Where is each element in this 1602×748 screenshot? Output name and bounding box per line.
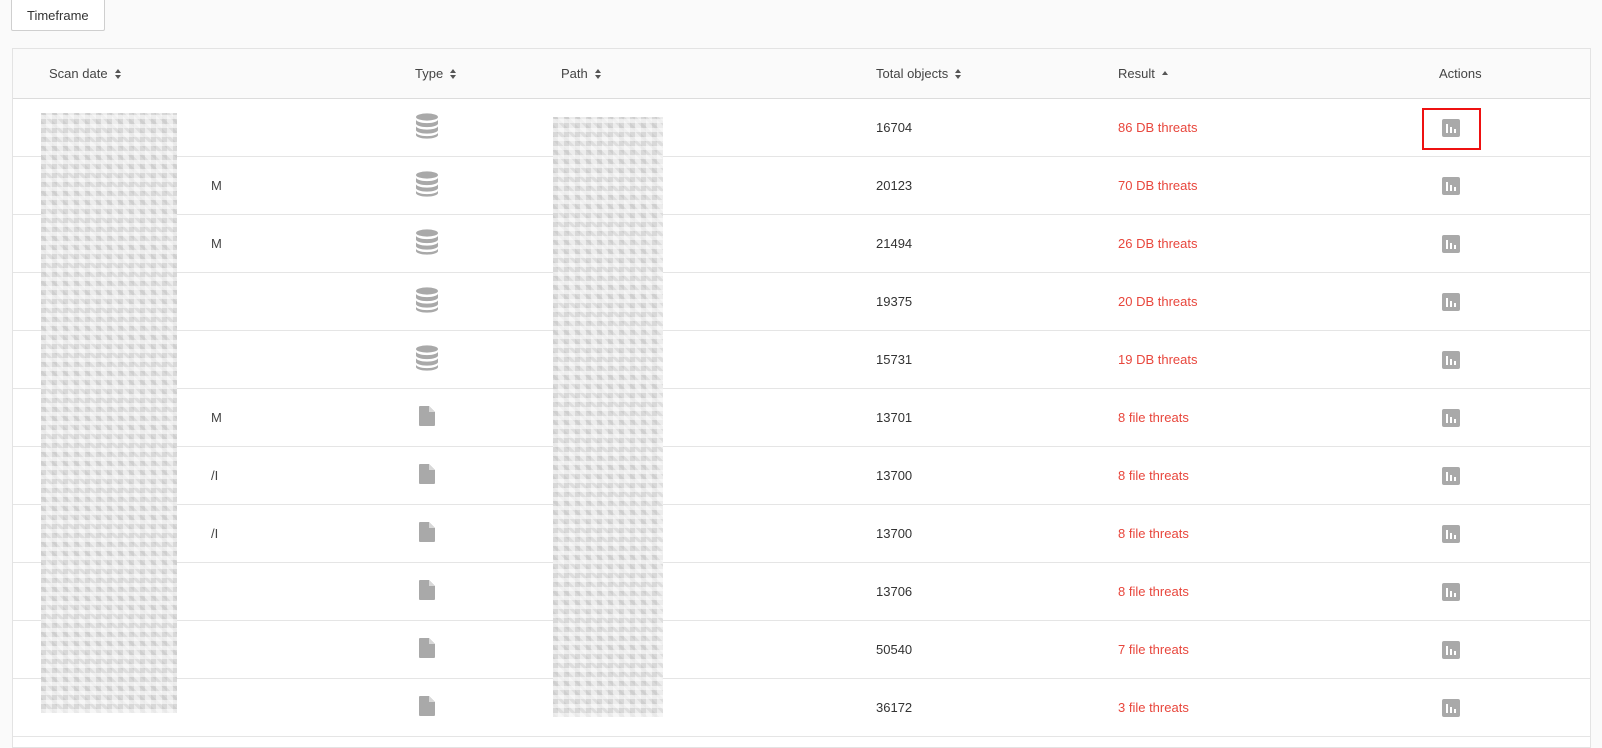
result-cell: 8 file threats <box>1118 410 1189 425</box>
result-cell: 86 DB threats <box>1118 120 1198 135</box>
actions-cell <box>1442 447 1460 504</box>
type-cell <box>415 215 439 272</box>
scan-results-panel: Scan date Type Path Total objects Result… <box>12 48 1591 748</box>
table-row: M 21494 26 DB threats <box>13 215 1590 273</box>
actions-cell <box>1442 621 1460 678</box>
scan-date-text: /I <box>211 526 219 541</box>
total-objects-cell: 21494 <box>876 236 913 251</box>
view-report-chart-icon[interactable] <box>1442 234 1460 253</box>
total-objects-cell: 15731 <box>876 352 913 367</box>
result-cell: 3 file threats <box>1118 700 1189 715</box>
total-objects-cell: 16704 <box>876 120 913 135</box>
actions-cell <box>1442 505 1460 562</box>
total-objects-cell: 20123 <box>876 178 913 193</box>
total-objects-cell: 50540 <box>876 642 913 657</box>
type-cell <box>415 563 435 620</box>
toolbar: Timeframe <box>11 0 105 31</box>
actions-cell <box>1442 679 1460 736</box>
table-row: 16704 86 DB threats <box>13 99 1590 157</box>
view-report-chart-icon[interactable] <box>1442 582 1460 601</box>
table-row: M 20123 70 DB threats <box>13 157 1590 215</box>
type-cell <box>415 157 439 214</box>
total-objects-cell: 19375 <box>876 294 913 309</box>
view-report-chart-icon[interactable] <box>1442 176 1460 195</box>
file-icon <box>419 696 435 719</box>
type-cell <box>415 273 439 330</box>
scan-date-text: M <box>211 410 222 425</box>
table-row: 15731 19 DB threats <box>13 331 1590 389</box>
type-cell <box>415 679 435 736</box>
table-row: M 13701 8 file threats <box>13 389 1590 447</box>
scan-date-text: M <box>211 178 222 193</box>
type-cell <box>415 621 435 678</box>
total-objects-cell: 36172 <box>876 700 913 715</box>
view-report-chart-icon[interactable] <box>1442 350 1460 369</box>
sort-icon <box>594 68 602 79</box>
table-row: /I 13700 8 file threats <box>13 447 1590 505</box>
actions-cell <box>1442 215 1460 272</box>
table-body: 16704 86 DB threats M 20123 70 DB threats M 21… <box>13 99 1590 737</box>
total-objects-cell: 13701 <box>876 410 913 425</box>
view-report-chart-icon[interactable] <box>1442 408 1460 427</box>
total-objects-cell: 13700 <box>876 468 913 483</box>
result-cell: 70 DB threats <box>1118 178 1198 193</box>
timeframe-button[interactable]: Timeframe <box>11 0 105 31</box>
total-objects-cell: 13700 <box>876 526 913 541</box>
type-cell <box>415 389 435 446</box>
view-report-chart-icon[interactable] <box>1442 466 1460 485</box>
database-icon <box>415 171 439 200</box>
actions-cell <box>1442 563 1460 620</box>
view-report-chart-icon[interactable] <box>1442 118 1460 137</box>
table-row: /I 13700 8 file threats <box>13 505 1590 563</box>
database-icon <box>415 229 439 258</box>
column-header-scan-date[interactable]: Scan date <box>49 49 122 98</box>
scan-date-text: M <box>211 236 222 251</box>
view-report-chart-icon[interactable] <box>1442 698 1460 717</box>
table-row: 19375 20 DB threats <box>13 273 1590 331</box>
table-row: 50540 7 file threats <box>13 621 1590 679</box>
result-cell: 26 DB threats <box>1118 236 1198 251</box>
column-header-type[interactable]: Type <box>415 49 457 98</box>
total-objects-cell: 13706 <box>876 584 913 599</box>
view-report-chart-icon[interactable] <box>1442 292 1460 311</box>
column-header-result[interactable]: Result <box>1118 49 1169 98</box>
result-cell: 7 file threats <box>1118 642 1189 657</box>
column-header-actions: Actions <box>1439 66 1482 81</box>
actions-cell <box>1442 157 1460 214</box>
database-icon <box>415 113 439 142</box>
result-cell: 19 DB threats <box>1118 352 1198 367</box>
table-header: Scan date Type Path Total objects Result… <box>13 49 1590 99</box>
column-header-path[interactable]: Path <box>561 49 602 98</box>
file-icon <box>419 406 435 429</box>
scan-date-text: /I <box>211 468 219 483</box>
database-icon <box>415 345 439 374</box>
type-cell <box>415 331 439 388</box>
result-cell: 8 file threats <box>1118 526 1189 541</box>
database-icon <box>415 287 439 316</box>
result-cell: 20 DB threats <box>1118 294 1198 309</box>
view-report-chart-icon[interactable] <box>1442 640 1460 659</box>
type-cell <box>415 447 435 504</box>
sort-icon <box>955 68 962 79</box>
scan-results-table: Scan date Type Path Total objects Result… <box>13 49 1590 737</box>
actions-cell <box>1442 99 1460 156</box>
file-icon <box>419 522 435 545</box>
sort-ascending-icon <box>1161 70 1169 77</box>
file-icon <box>419 464 435 487</box>
file-icon <box>419 580 435 603</box>
sort-icon <box>450 68 457 79</box>
table-row: 36172 3 file threats <box>13 679 1590 737</box>
actions-cell <box>1442 389 1460 446</box>
sort-icon <box>114 68 122 79</box>
type-cell <box>415 99 439 156</box>
result-cell: 8 file threats <box>1118 584 1189 599</box>
actions-cell <box>1442 331 1460 388</box>
table-row: 13706 8 file threats <box>13 563 1590 621</box>
column-header-total-objects[interactable]: Total objects <box>876 49 962 98</box>
type-cell <box>415 505 435 562</box>
file-icon <box>419 638 435 661</box>
actions-cell <box>1442 273 1460 330</box>
view-report-chart-icon[interactable] <box>1442 524 1460 543</box>
result-cell: 8 file threats <box>1118 468 1189 483</box>
